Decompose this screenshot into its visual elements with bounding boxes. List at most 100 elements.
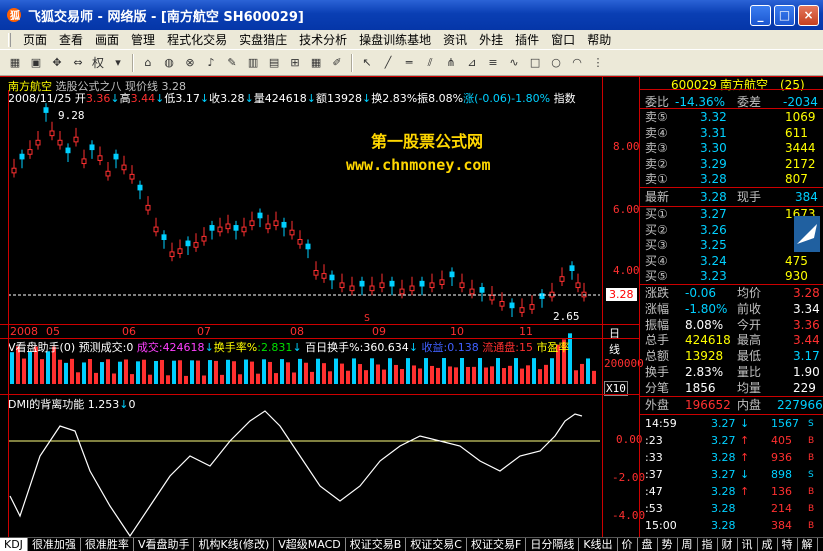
indicator-tab[interactable]: 机构K线(修改) [194, 538, 275, 551]
indicator-tab[interactable]: 权证交易B [345, 538, 407, 551]
fork-tool-icon[interactable]: ⋔ [442, 54, 460, 72]
volume-bar [454, 367, 458, 384]
indicator-tab[interactable]: 很准胜率 [80, 538, 134, 551]
menu-page[interactable]: 页面 [17, 31, 53, 48]
menu-program-trading[interactable]: 程式化交易 [161, 31, 233, 48]
rect-tool-icon[interactable]: □ [526, 54, 544, 72]
cycle-tool-icon[interactable]: ⋮ [589, 54, 607, 72]
indicator-tab[interactable]: 财 [717, 538, 738, 551]
indicator-tab[interactable]: 盘 [637, 538, 658, 551]
maximize-button[interactable]: □ [774, 5, 795, 26]
edit-icon[interactable]: ✐ [328, 54, 346, 72]
bid-label: 买④ [645, 253, 668, 268]
volume-bar [178, 360, 182, 384]
chart-icon[interactable]: ▦ [6, 54, 24, 72]
menu-window[interactable]: 窗口 [545, 31, 581, 48]
date-09: 09 [372, 325, 386, 338]
indicator-tab[interactable]: 权证交易F [467, 538, 527, 551]
bar-icon[interactable]: ▥ [244, 54, 262, 72]
candle-body [153, 226, 159, 233]
app-window: 狐 飞狐交易师 - 网络版 - [南方航空 SH600029] _ □ × 页面… [0, 0, 823, 551]
indicator-tab[interactable]: 势 [657, 538, 678, 551]
stat-label2: 量比 [737, 365, 762, 379]
indicator-tab[interactable]: 很准加强 [27, 538, 81, 551]
fib-tool-icon[interactable]: ≡ [484, 54, 502, 72]
indicator-tab[interactable]: K线出 [579, 538, 618, 551]
indicator-tab[interactable]: V超级MACD [274, 538, 346, 551]
indicator-tab[interactable]: 成 [757, 538, 778, 551]
menu-manage[interactable]: 管理 [125, 31, 161, 48]
home-icon[interactable]: ⌂ [139, 54, 157, 72]
indicator-tab[interactable]: 特 [777, 538, 798, 551]
layout-icon[interactable]: ▤ [265, 54, 283, 72]
menu-info[interactable]: 资讯 [437, 31, 473, 48]
menu-canvas[interactable]: 画面 [89, 31, 125, 48]
quote-title: 600029 南方航空 (25) [645, 78, 821, 93]
table-icon[interactable]: ▦ [307, 54, 325, 72]
stat-label: 振幅 [645, 317, 670, 332]
volume-bar [46, 351, 50, 384]
globe-icon[interactable]: ◍ [160, 54, 178, 72]
wave-tool-icon[interactable]: ∿ [505, 54, 523, 72]
bell-icon[interactable]: ♪ [202, 54, 220, 72]
tick-time: :33 [645, 451, 663, 464]
indicator-tab[interactable]: 解 [797, 538, 818, 551]
indicator-tab[interactable]: KDJ [0, 538, 28, 551]
stat-label: 涨幅 [645, 301, 670, 316]
volume-bar [502, 368, 506, 384]
indicator-tab[interactable]: 权证交易C [406, 538, 467, 551]
arc-tool-icon[interactable]: ◠ [568, 54, 586, 72]
indicator-tab[interactable]: V看盘助手 [133, 538, 195, 551]
cursor-icon[interactable]: ↖ [358, 54, 376, 72]
volume-bar [202, 375, 206, 384]
menu-addins[interactable]: 插件 [509, 31, 545, 48]
rsi-icon[interactable]: ▣ [27, 54, 45, 72]
grid-icon[interactable]: ⊞ [286, 54, 304, 72]
volume-bar [250, 361, 254, 384]
indicator-tab[interactable]: 指 [697, 538, 718, 551]
menu-tech-analysis[interactable]: 技术分析 [293, 31, 353, 48]
line-tool-icon[interactable]: ╱ [379, 54, 397, 72]
candle-body [509, 302, 515, 309]
candle-body [519, 307, 525, 313]
rights-dropdown[interactable]: 权 [90, 54, 106, 72]
indicator-tab[interactable]: 讯 [737, 538, 758, 551]
inner-value: 227966 [777, 398, 823, 412]
minimize-button[interactable]: _ [750, 5, 771, 26]
candle-body [121, 164, 127, 171]
stat-value2: 3.34 [793, 301, 820, 316]
candle-body [529, 304, 535, 310]
close-button[interactable]: × [798, 5, 819, 26]
chart-area[interactable]: 南方航空 选股公式之八 现价线 3.28 2008/11/25 开3.36↓高3… [0, 76, 645, 537]
menu-plugins-ext[interactable]: 外挂 [473, 31, 509, 48]
stat-row: 分笔 1856 均量 229 [645, 381, 821, 396]
tick-price: 3.27 [711, 417, 736, 430]
resize-icon[interactable]: ⇔ [69, 54, 87, 72]
date-2008: 2008 [10, 325, 38, 338]
indicator-tab[interactable]: 价 [617, 538, 638, 551]
parallel-tool-icon[interactable]: ⫽ [421, 54, 439, 72]
pen-icon[interactable]: ✎ [223, 54, 241, 72]
move-icon[interactable]: ✥ [48, 54, 66, 72]
menu-view[interactable]: 查看 [53, 31, 89, 48]
bid-price: 3.25 [700, 238, 727, 252]
fan-tool-icon[interactable]: ⊿ [463, 54, 481, 72]
menu-live-hunt[interactable]: 实盘猎庄 [233, 31, 293, 48]
date-08: 08 [290, 325, 304, 338]
period-label[interactable]: 日线 [609, 325, 620, 357]
menu-training[interactable]: 操盘训练基地 [353, 31, 437, 48]
menu-help[interactable]: 帮助 [581, 31, 617, 48]
ask-price: 3.32 [700, 110, 727, 124]
indicator-tab[interactable]: 日分隔线 [526, 538, 580, 551]
stop-icon[interactable]: ⊗ [181, 54, 199, 72]
candle-body [313, 270, 319, 276]
circle-tool-icon[interactable]: ○ [547, 54, 565, 72]
bid-vol: 475 [785, 253, 808, 268]
dropdown-arrow-icon[interactable]: ▾ [109, 54, 127, 72]
indicator-tab[interactable]: 周 [677, 538, 698, 551]
tick-price: 3.27 [711, 434, 736, 447]
volume-bar [514, 358, 518, 384]
volume-bar [442, 358, 446, 384]
hline-tool-icon[interactable]: ═ [400, 54, 418, 72]
candle-body [305, 243, 311, 250]
